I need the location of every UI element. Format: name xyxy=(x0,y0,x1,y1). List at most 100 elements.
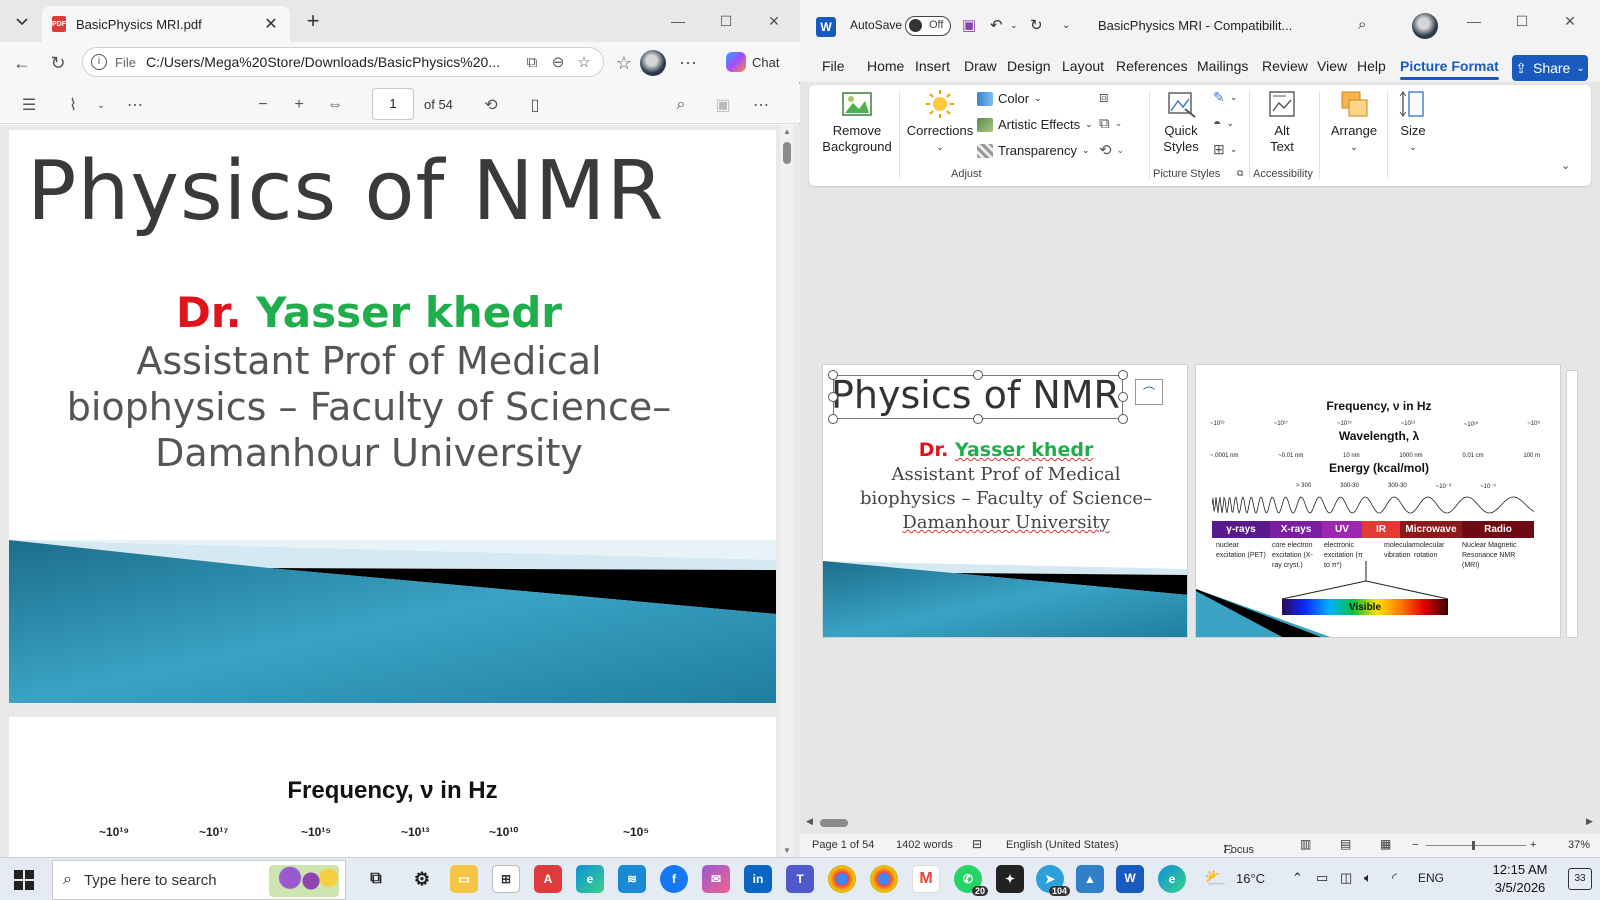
resize-handle[interactable] xyxy=(973,370,983,380)
whatsapp-icon[interactable]: ✆ 20 xyxy=(954,865,988,896)
close-window-icon[interactable]: ✕ xyxy=(1546,8,1594,34)
tab-file[interactable]: File xyxy=(822,58,845,74)
show-hidden-icons-icon[interactable]: ⌃ xyxy=(1292,870,1303,886)
scroll-down-icon[interactable]: ▼ xyxy=(780,846,794,855)
save-icon[interactable]: ▣ xyxy=(962,16,976,34)
battery-icon[interactable]: ▭ xyxy=(1316,870,1328,886)
picture-effects-icon[interactable]: ◓ ⌄ xyxy=(1213,115,1234,131)
close-window-icon[interactable]: ✕ xyxy=(750,8,798,34)
zoom-out-icon[interactable]: − xyxy=(1412,839,1418,851)
pdf-more-icon[interactable]: ⋯ xyxy=(750,93,772,117)
tab-layout[interactable]: Layout xyxy=(1062,58,1104,74)
photos-icon[interactable]: ▲ xyxy=(1076,865,1104,893)
system-clock[interactable]: 12:15 AM 3/5/2026 xyxy=(1480,861,1560,897)
pdf-viewer[interactable]: Physics of NMR Dr. Yasser khedr Assistan… xyxy=(0,125,800,857)
file-explorer-icon[interactable]: ▭ xyxy=(450,865,478,893)
zoom-out-icon[interactable]: − xyxy=(252,93,274,117)
teams-icon[interactable]: T xyxy=(786,865,814,893)
change-picture-icon[interactable]: ⧉ ⌄ xyxy=(1099,115,1122,132)
edge-browser-icon[interactable]: e xyxy=(576,865,604,893)
wifi-icon[interactable]: ◜ xyxy=(1392,870,1397,886)
rotate-icon[interactable]: ⟲ xyxy=(480,93,502,117)
notification-center[interactable]: 33 xyxy=(1568,868,1592,890)
zoom-in-icon[interactable]: + xyxy=(1530,839,1536,851)
picture-layout-icon[interactable]: ⊞ ⌄ xyxy=(1213,141,1237,158)
quick-styles-button[interactable]: Quick Styles xyxy=(1153,89,1209,155)
scroll-thumb[interactable] xyxy=(820,819,848,827)
scroll-right-icon[interactable]: ▶ xyxy=(1586,816,1593,827)
pdf-scrollbar[interactable]: ▲ ▼ xyxy=(780,125,794,857)
word-taskbar-icon[interactable]: W xyxy=(1116,865,1144,893)
linkedin-icon[interactable]: in xyxy=(744,865,772,893)
tab-references[interactable]: References xyxy=(1116,58,1188,74)
gmail-icon[interactable]: M xyxy=(912,865,940,893)
word-count[interactable]: 1402 words xyxy=(896,839,953,851)
address-bar[interactable]: i File C:/Users/Mega%20Store/Downloads/B… xyxy=(82,47,604,77)
resize-handle[interactable] xyxy=(1118,414,1128,424)
document-canvas[interactable]: Physics of NMR ⌒ Dr. Yasser khedr Assist… xyxy=(800,188,1600,828)
autosave-toggle[interactable]: Off xyxy=(905,16,951,36)
document-title[interactable]: BasicPhysics MRI - Compatibilit... xyxy=(1098,18,1292,33)
favorite-star-icon[interactable]: ☆ xyxy=(573,51,595,73)
new-tab-button[interactable]: + xyxy=(300,10,326,34)
input-language[interactable]: ENG xyxy=(1418,871,1444,885)
share-button[interactable]: ⇪ Share ⌄ xyxy=(1512,55,1588,81)
copilot-chat-button[interactable]: Chat xyxy=(726,49,779,75)
scroll-up-icon[interactable]: ▲ xyxy=(780,127,794,136)
zoom-in-icon[interactable]: + xyxy=(288,93,310,117)
zoom-slider-thumb[interactable] xyxy=(1472,841,1475,850)
info-icon[interactable]: i xyxy=(91,54,107,70)
artistic-effects-button[interactable]: Artistic Effects ⌄ xyxy=(977,117,1093,132)
resize-handle[interactable] xyxy=(1118,370,1128,380)
profile-avatar[interactable] xyxy=(640,50,666,76)
transparency-button[interactable]: Transparency ⌄ xyxy=(977,143,1090,158)
picture-selection-frame[interactable] xyxy=(833,375,1123,419)
zoom-level[interactable]: 37% xyxy=(1568,839,1590,851)
maximize-icon[interactable]: ☐ xyxy=(1498,8,1546,34)
minimize-icon[interactable]: — xyxy=(654,8,702,34)
undo-chevron-icon[interactable]: ⌄ xyxy=(1010,20,1018,31)
layout-options-icon[interactable]: ⌒ xyxy=(1135,379,1163,405)
tab-view[interactable]: View xyxy=(1317,58,1347,74)
zoom-slider[interactable] xyxy=(1426,845,1526,846)
proofing-icon[interactable]: ⊟ xyxy=(972,837,982,851)
fit-width-icon[interactable]: ⇔ xyxy=(324,93,346,117)
tab-pdf[interactable]: PDF BasicPhysics MRI.pdf ✕ xyxy=(42,6,290,42)
tab-actions-button[interactable] xyxy=(8,9,36,35)
page-indicator[interactable]: Page 1 of 54 xyxy=(812,839,874,851)
back-arrow-icon[interactable]: ← xyxy=(10,51,34,75)
refresh-icon[interactable]: ↻ xyxy=(46,51,70,75)
read-mode-icon[interactable]: ▥ xyxy=(1300,837,1311,851)
volume-icon[interactable]: 🔈︎ xyxy=(1364,870,1372,886)
tab-mailings[interactable]: Mailings xyxy=(1197,58,1248,74)
customize-qat-icon[interactable]: ⌄ xyxy=(1062,20,1070,31)
account-avatar[interactable] xyxy=(1412,13,1438,39)
scroll-thumb[interactable] xyxy=(783,142,791,164)
unknown-app-icon[interactable]: ✦ xyxy=(996,865,1024,893)
picture-border-icon[interactable]: ✎ ⌄ xyxy=(1213,89,1237,106)
tab-help[interactable]: Help xyxy=(1357,58,1386,74)
tab-picture-format[interactable]: Picture Format xyxy=(1400,58,1499,80)
tab-home[interactable]: Home xyxy=(867,58,904,74)
zoom-out-icon[interactable]: ⊖ xyxy=(547,51,569,73)
camera-icon[interactable]: ◫ xyxy=(1340,870,1352,886)
telegram-icon[interactable]: ➤ 104 xyxy=(1036,865,1070,896)
reset-picture-icon[interactable]: ⟲ ⌄ xyxy=(1099,141,1124,159)
undo-icon[interactable]: ↶ xyxy=(990,16,1003,34)
resize-handle[interactable] xyxy=(1118,392,1128,402)
chrome-icon[interactable] xyxy=(828,865,856,893)
taskbar-search[interactable]: ⌕ Type here to search xyxy=(52,860,346,900)
settings-gear-icon[interactable]: ⚙ xyxy=(408,865,436,893)
web-layout-icon[interactable]: ▦ xyxy=(1380,837,1391,851)
size-button[interactable]: Size ⌄ xyxy=(1391,89,1435,155)
close-tab-icon[interactable]: ✕ xyxy=(262,14,280,34)
alt-text-button[interactable]: Alt Text xyxy=(1257,89,1307,155)
dialog-launcher-icon[interactable]: ⧉ xyxy=(1237,168,1243,179)
redo-icon[interactable]: ↻ xyxy=(1030,16,1043,34)
collapse-ribbon-icon[interactable]: ⌄ xyxy=(1561,159,1570,172)
weather-icon[interactable]: ⛅ xyxy=(1204,868,1226,889)
corrections-button[interactable]: Corrections ⌄ xyxy=(905,89,975,155)
maximize-icon[interactable]: ☐ xyxy=(702,8,750,34)
task-view-icon[interactable]: ⧉ xyxy=(362,865,390,893)
horizontal-scrollbar[interactable]: ◀ ▶ xyxy=(800,816,1600,830)
